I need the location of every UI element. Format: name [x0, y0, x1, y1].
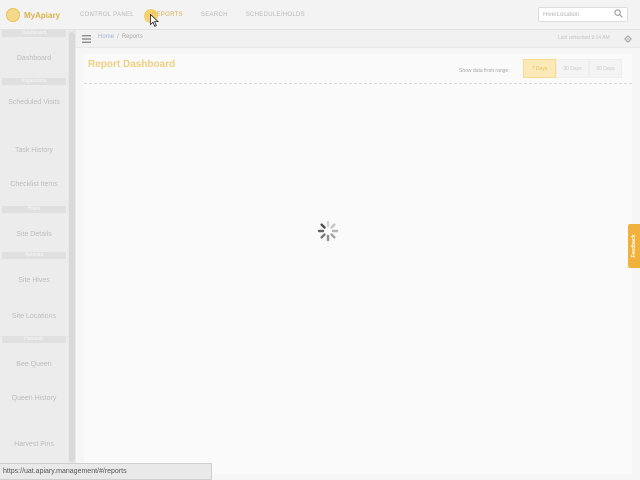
sidebar-section-harvests: Harvests: [2, 336, 66, 343]
status-bar-url: https://uat.apiary.management/#/reports: [0, 463, 212, 480]
sidebar-section-inspections: Inspections: [2, 78, 66, 85]
sidebar-item-site-locations[interactable]: Site Locations: [4, 312, 64, 321]
breadcrumb-home[interactable]: Home: [98, 34, 114, 40]
sidebar-item-scheduled-visits[interactable]: Scheduled Visits: [4, 98, 64, 107]
gear-icon[interactable]: [624, 35, 632, 43]
sidebar-scrollbar-thumb[interactable]: [69, 32, 75, 462]
bee-logo-icon: [6, 8, 20, 22]
loading-spinner-icon: [317, 220, 339, 242]
top-navbar: MyApiary CONTROL PANEL REPORTS SEARCH SC…: [0, 0, 640, 30]
page-title: Report Dashboard: [88, 59, 176, 70]
sidebar-section-apiaries: Apiaries: [2, 252, 66, 259]
range-button-30-days[interactable]: 30 Days: [556, 59, 589, 78]
sidebar-section-dashboard: Dashboard: [2, 30, 66, 37]
sidebar-item-checklist[interactable]: Checklist Items: [4, 180, 64, 189]
sidebar-item-harvest-pins[interactable]: Harvest Pins: [4, 440, 64, 449]
content-header: Home / Reports Last refreshed 9:14 AM: [76, 30, 640, 48]
range-button-90-days[interactable]: 90 Days: [589, 59, 622, 78]
range-button-7-days[interactable]: 7 Days: [523, 59, 556, 78]
brand[interactable]: MyApiary: [0, 0, 76, 30]
sidebar-item-task-history[interactable]: Task History: [4, 146, 64, 155]
sidebar-scrollbar[interactable]: [68, 30, 76, 480]
sidebar-item-bee-queen[interactable]: Bee Queen: [4, 360, 64, 369]
range-button-group: 7 Days 30 Days 90 Days: [523, 59, 622, 78]
brand-name: MyApiary: [24, 10, 61, 20]
mouse-cursor: [144, 9, 162, 27]
breadcrumb-current: Reports: [121, 34, 143, 40]
breadcrumb: Home / Reports: [98, 34, 143, 40]
report-panel: Report Dashboard Show data from range: 7…: [84, 54, 632, 474]
sidebar-item-site-hives[interactable]: Site Hives: [4, 276, 64, 285]
last-refreshed-text: Last refreshed 9:14 AM: [558, 35, 610, 41]
cursor-arrow-icon: [150, 14, 159, 27]
sidebar-item-dashboard[interactable]: Dashboard: [4, 54, 64, 63]
feedback-tab-label: Feedback: [631, 234, 637, 258]
sidebar: Dashboard Dashboard Inspections Schedule…: [0, 30, 76, 480]
search-icon[interactable]: [614, 9, 623, 18]
sidebar-section-hives: Hives: [2, 206, 66, 213]
nav-link-search[interactable]: SEARCH: [201, 12, 228, 18]
nav-link-control-panel[interactable]: CONTROL PANEL: [80, 12, 134, 18]
main-content: Home / Reports Last refreshed 9:14 AM Re…: [76, 30, 640, 480]
main-nav: CONTROL PANEL REPORTS SEARCH SCHEDULE/HO…: [80, 0, 323, 30]
sidebar-item-site-details[interactable]: Site Details: [4, 230, 64, 239]
breadcrumb-separator: /: [117, 34, 119, 40]
feedback-tab[interactable]: Feedback: [628, 224, 640, 268]
title-divider: [84, 83, 632, 84]
range-filter-label: Show data from range:: [459, 68, 510, 74]
sidebar-item-queen-history[interactable]: Queen History: [4, 394, 64, 403]
hamburger-menu-icon[interactable]: [82, 35, 91, 43]
nav-link-schedule[interactable]: SCHEDULE/HOLDS: [246, 12, 305, 18]
